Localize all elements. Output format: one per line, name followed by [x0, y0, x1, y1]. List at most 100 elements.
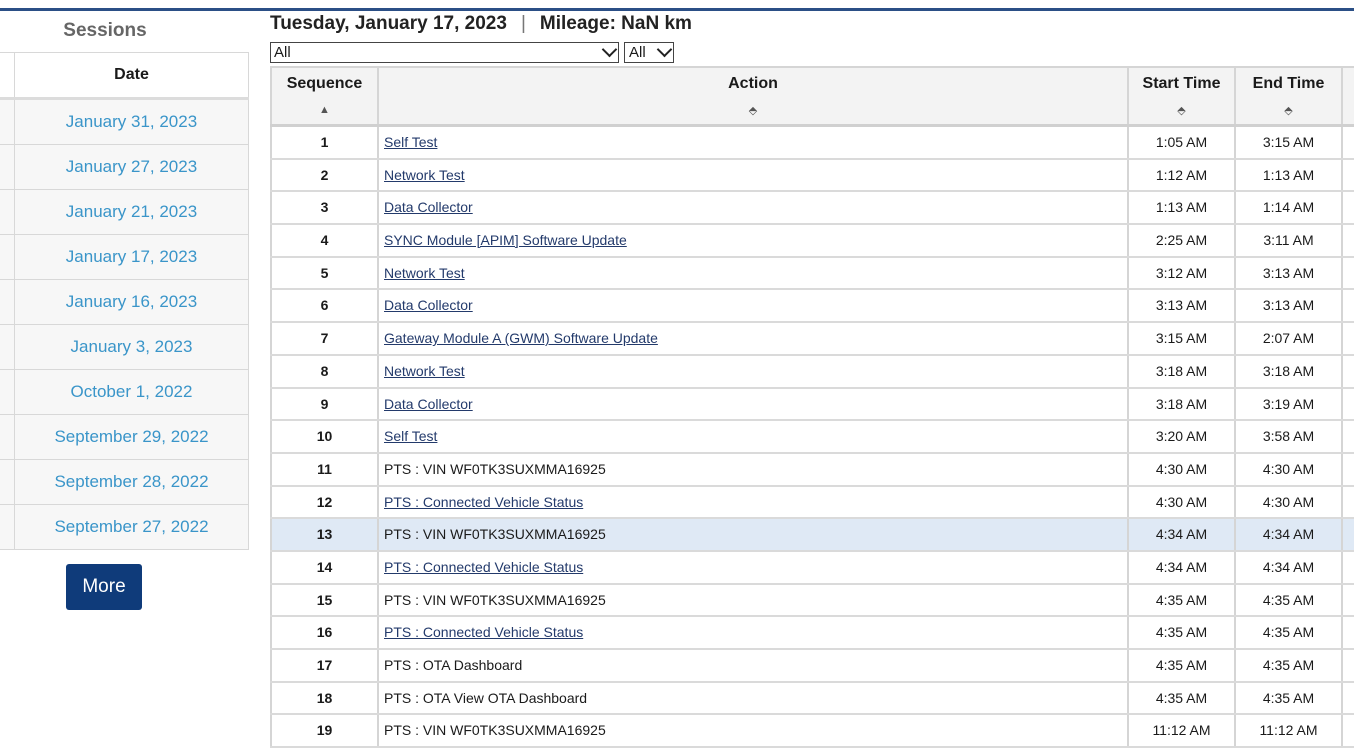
- table-row[interactable]: 9 Data Collector 3:18 AM 3:19 AM: [270, 388, 1354, 422]
- sequence-cell: 17: [270, 650, 379, 681]
- start-time-cell: 3:18 AM: [1129, 388, 1236, 420]
- session-row[interactable]: September 27, 2022: [0, 505, 249, 550]
- action-cell: Self Test: [379, 127, 1129, 158]
- session-row[interactable]: January 16, 2023: [0, 280, 249, 325]
- action-link[interactable]: Network Test: [384, 167, 465, 183]
- sort-icon[interactable]: ⬘: [1177, 104, 1185, 117]
- table-row[interactable]: 11 PTS : VIN WF0TK3SUXMMA16925 4:30 AM 4:30…: [270, 453, 1354, 487]
- sort-icon[interactable]: ⬘: [1284, 104, 1292, 117]
- end-time-cell: 4:35 AM: [1236, 617, 1343, 648]
- session-date-link[interactable]: January 31, 2023: [15, 100, 249, 144]
- start-time-cell: 1:05 AM: [1129, 127, 1236, 158]
- session-header: Tuesday, January 17, 2023 | Mileage: NaN k…: [270, 13, 692, 35]
- start-time-cell: 2:25 AM: [1129, 225, 1236, 256]
- session-date-link[interactable]: September 28, 2022: [15, 460, 249, 504]
- sequence-cell: 7: [270, 323, 379, 354]
- start-time-cell: 1:13 AM: [1129, 192, 1236, 224]
- end-time-cell: 4:30 AM: [1236, 453, 1343, 485]
- sessions-date-header[interactable]: Date: [15, 53, 249, 97]
- table-row[interactable]: 8 Network Test 3:18 AM 3:18 AM: [270, 355, 1354, 389]
- column-header-action[interactable]: Action ⬘: [379, 68, 1129, 124]
- end-time-cell: 4:34 AM: [1236, 519, 1343, 550]
- session-date-link[interactable]: January 3, 2023: [15, 325, 249, 369]
- action-link[interactable]: PTS : Connected Vehicle Status: [384, 559, 583, 575]
- table-row[interactable]: 6 Data Collector 3:13 AM 3:13 AM: [270, 290, 1354, 324]
- sequence-cell: 18: [270, 682, 379, 714]
- start-time-cell: 4:34 AM: [1129, 551, 1236, 583]
- table-row[interactable]: 7 Gateway Module A (GWM) Software Update 3…: [270, 323, 1354, 356]
- table-row[interactable]: 12 PTS : Connected Vehicle Status 4:30 AM 4…: [270, 486, 1354, 520]
- session-row[interactable]: January 27, 2023: [0, 145, 249, 190]
- type-filter-select[interactable]: All: [624, 41, 674, 63]
- extra-cell: [1343, 715, 1354, 746]
- session-row[interactable]: January 3, 2023: [0, 325, 249, 370]
- sequence-cell: 3: [270, 192, 379, 224]
- action-link[interactable]: Self Test: [384, 428, 437, 444]
- action-cell: Data Collector: [379, 192, 1129, 224]
- table-row[interactable]: 10 Self Test 3:20 AM 3:58 AM: [270, 421, 1354, 454]
- session-date-link[interactable]: September 29, 2022: [15, 415, 249, 459]
- column-header-end-time[interactable]: End Time ⬘: [1236, 68, 1343, 124]
- action-link[interactable]: PTS : Connected Vehicle Status: [384, 624, 583, 640]
- action-link[interactable]: Data Collector: [384, 396, 473, 412]
- table-row[interactable]: 15 PTS : VIN WF0TK3SUXMMA16925 4:35 AM 4:35…: [270, 584, 1354, 618]
- session-row[interactable]: January 21, 2023: [0, 190, 249, 235]
- start-time-cell: 1:12 AM: [1129, 159, 1236, 191]
- table-row[interactable]: 3 Data Collector 1:13 AM 1:14 AM: [270, 192, 1354, 226]
- session-row[interactable]: January 31, 2023: [0, 100, 249, 145]
- session-date-link[interactable]: January 27, 2023: [15, 145, 249, 189]
- extra-cell: [1343, 160, 1354, 191]
- end-time-cell: 4:35 AM: [1236, 682, 1343, 714]
- session-date-link[interactable]: January 17, 2023: [15, 235, 249, 279]
- sequence-cell: 6: [270, 290, 379, 322]
- sequence-cell: 19: [270, 715, 379, 747]
- extra-cell: [1343, 192, 1354, 223]
- sequence-cell: 15: [270, 584, 379, 616]
- table-row[interactable]: 18 PTS : OTA View OTA Dashboard 4:35 AM 4:3…: [270, 682, 1354, 716]
- action-link[interactable]: Network Test: [384, 363, 465, 379]
- table-row[interactable]: 13 PTS : VIN WF0TK3SUXMMA16925 4:34 AM 4:34…: [270, 519, 1354, 552]
- action-link[interactable]: Data Collector: [384, 297, 473, 313]
- action-link[interactable]: PTS : Connected Vehicle Status: [384, 494, 583, 510]
- action-cell: PTS : Connected Vehicle Status: [379, 486, 1129, 518]
- session-row[interactable]: October 1, 2022: [0, 370, 249, 415]
- extra-cell: [1343, 389, 1354, 420]
- column-header-start-time[interactable]: Start Time ⬘: [1129, 68, 1236, 124]
- action-link[interactable]: SYNC Module [APIM] Software Update: [384, 232, 627, 248]
- table-row[interactable]: 4 SYNC Module [APIM] Software Update 2:25 …: [270, 225, 1354, 258]
- action-cell: Data Collector: [379, 290, 1129, 322]
- session-date-link[interactable]: January 21, 2023: [15, 190, 249, 234]
- extra-cell: [1343, 225, 1354, 256]
- table-row[interactable]: 14 PTS : Connected Vehicle Status 4:34 AM 4…: [270, 551, 1354, 585]
- column-header-sequence[interactable]: Sequence ▲: [270, 68, 379, 124]
- action-link[interactable]: Self Test: [384, 134, 437, 150]
- action-link[interactable]: Data Collector: [384, 199, 473, 215]
- action-cell: PTS : OTA Dashboard: [379, 650, 1129, 681]
- start-time-cell: 4:30 AM: [1129, 486, 1236, 518]
- more-button[interactable]: More: [66, 564, 142, 610]
- table-row[interactable]: 5 Network Test 3:12 AM 3:13 AM: [270, 257, 1354, 291]
- table-row[interactable]: 19 PTS : VIN WF0TK3SUXMMA16925 11:12 AM 11:…: [270, 715, 1354, 749]
- start-time-cell: 11:12 AM: [1129, 715, 1236, 747]
- table-row[interactable]: 1 Self Test 1:05 AM 3:15 AM: [270, 127, 1354, 160]
- action-filter-select[interactable]: All: [270, 41, 619, 63]
- sort-ascending-icon[interactable]: ▲: [319, 104, 330, 116]
- sequence-cell: 5: [270, 257, 379, 289]
- table-row[interactable]: 2 Network Test 1:12 AM 1:13 AM: [270, 159, 1354, 193]
- start-time-cell: 3:12 AM: [1129, 257, 1236, 289]
- session-date-link[interactable]: October 1, 2022: [15, 370, 249, 414]
- extra-cell: [1343, 454, 1354, 485]
- table-row[interactable]: 16 PTS : Connected Vehicle Status 4:35 AM 4…: [270, 617, 1354, 650]
- session-row[interactable]: September 28, 2022: [0, 460, 249, 505]
- start-time-cell: 3:20 AM: [1129, 421, 1236, 452]
- session-row[interactable]: September 29, 2022: [0, 415, 249, 460]
- action-link[interactable]: Network Test: [384, 265, 465, 281]
- sort-icon[interactable]: ⬘: [749, 104, 757, 117]
- action-link[interactable]: Gateway Module A (GWM) Software Update: [384, 330, 658, 346]
- session-date-link[interactable]: January 16, 2023: [15, 280, 249, 324]
- session-date-link[interactable]: September 27, 2022: [15, 505, 249, 549]
- sessions-list: January 31, 2023 January 27, 2023 January …: [0, 100, 249, 550]
- table-row[interactable]: 17 PTS : OTA Dashboard 4:35 AM 4:35 AM: [270, 650, 1354, 683]
- session-row[interactable]: January 17, 2023: [0, 235, 249, 280]
- sequence-cell: 9: [270, 388, 379, 420]
